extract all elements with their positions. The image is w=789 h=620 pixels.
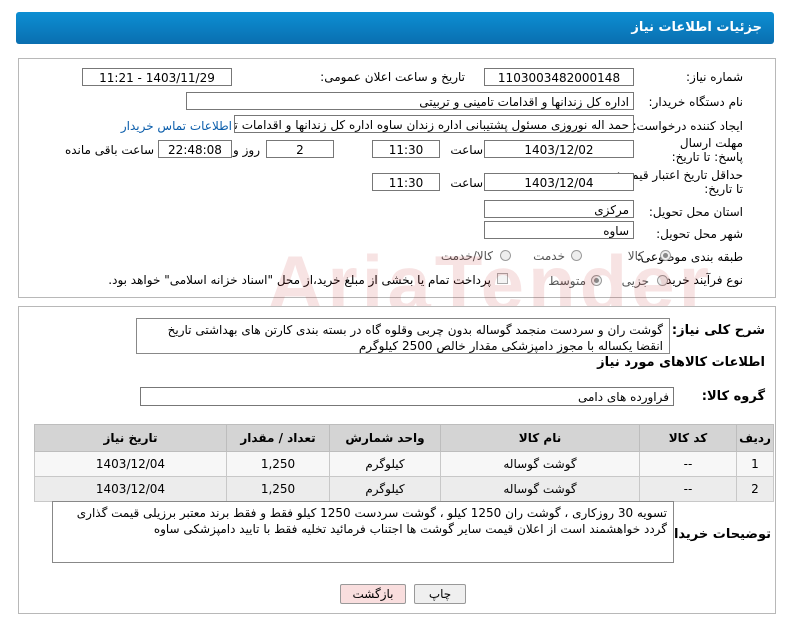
- buyer-org-label: نام دستگاه خریدار:: [648, 95, 744, 109]
- treasury-payment-checkbox[interactable]: [497, 273, 508, 284]
- table-row: 2 -- گوشت گوساله کیلوگرم 1,250 1403/12/0…: [34, 476, 774, 502]
- col-name: نام کالا: [440, 424, 640, 452]
- goods-table: ردیف کد کالا نام کالا واحد شمارش تعداد /…: [34, 424, 774, 502]
- deadline-date-field: 1403/12/02: [484, 140, 634, 158]
- province-label: استان محل تحویل:: [648, 205, 743, 219]
- goods-table-header: ردیف کد کالا نام کالا واحد شمارش تعداد /…: [34, 424, 774, 452]
- cell-unit: کیلوگرم: [329, 476, 441, 502]
- category-option-goods-service: کالا/خدمت: [440, 249, 493, 263]
- cell-name: گوشت گوساله: [440, 451, 640, 477]
- goods-section-title: اطلاعات کالاهای مورد نیاز: [597, 355, 765, 370]
- cell-date: 1403/12/04: [34, 476, 227, 502]
- province-field: مرکزی: [484, 200, 634, 218]
- deadline-label: مهلت ارسال پاسخ: تا تاریخ:: [671, 136, 743, 164]
- announce-label: تاریخ و ساعت اعلان عمومی:: [320, 70, 465, 84]
- cell-qty: 1,250: [226, 451, 330, 477]
- cell-date: 1403/12/04: [34, 451, 227, 477]
- days-label: روز و: [233, 143, 260, 157]
- cell-row: 2: [736, 476, 774, 502]
- cell-code: --: [639, 451, 737, 477]
- page-title: جزئیات اطلاعات نیاز: [631, 20, 762, 35]
- city-label: شهر محل تحویل:: [656, 227, 743, 241]
- col-unit: واحد شمارش: [329, 424, 441, 452]
- buyer-org-field: اداره کل زندانها و اقدامات تامینی و تربی…: [186, 92, 634, 110]
- category-radio-goods-service[interactable]: [500, 250, 511, 261]
- remaining-label: ساعت باقی مانده: [64, 143, 154, 157]
- table-row: 1 -- گوشت گوساله کیلوگرم 1,250 1403/12/0…: [34, 451, 774, 477]
- cell-code: --: [639, 476, 737, 502]
- col-row: ردیف: [736, 424, 774, 452]
- cell-qty: 1,250: [226, 476, 330, 502]
- price-valid-date-field: 1403/12/04: [484, 173, 634, 191]
- col-code: کد کالا: [639, 424, 737, 452]
- payment-note: پرداخت تمام یا بخشی از مبلغ خرید،از محل …: [108, 273, 491, 287]
- back-button[interactable]: بازگشت: [340, 584, 406, 604]
- buyer-notes-field: تسویه 30 روزکاری ، گوشت ران 1250 کیلو ، …: [52, 501, 674, 563]
- need-number-label: شماره نیاز:: [686, 70, 743, 84]
- process-option-minor: جزیی: [621, 274, 649, 288]
- cell-name: گوشت گوساله: [440, 476, 640, 502]
- col-qty: تعداد / مقدار: [226, 424, 330, 452]
- requester-label: ایجاد کننده درخواست:: [632, 119, 743, 133]
- price-valid-time-field: 11:30: [372, 173, 440, 191]
- goods-group-label: گروه کالا:: [701, 389, 765, 404]
- process-label: نوع فرآیند خرید :: [658, 273, 743, 287]
- need-number-field: 1103003482000148: [484, 68, 634, 86]
- deadline-time-label: ساعت: [450, 143, 483, 157]
- print-button[interactable]: چاپ: [414, 584, 466, 604]
- col-date: تاریخ نیاز: [34, 424, 227, 452]
- buyer-notes-label: توضیحات خریدار:: [661, 527, 771, 542]
- requester-field: حمد اله نوروزی مسئول پشتیبانی اداره زندا…: [234, 115, 634, 133]
- process-radio-minor[interactable]: [657, 275, 668, 286]
- page-title-bar: جزئیات اطلاعات نیاز: [16, 12, 774, 44]
- contact-info-link[interactable]: اطلاعات تماس خریدار: [121, 119, 232, 133]
- category-option-goods: کالا: [627, 249, 644, 263]
- goods-group-field: فراورده های دامی: [140, 387, 674, 406]
- price-valid-time-label: ساعت: [450, 176, 483, 190]
- process-radio-medium[interactable]: [591, 275, 602, 286]
- category-option-service: خدمت: [533, 249, 565, 263]
- city-field: ساوه: [484, 221, 634, 239]
- category-radio-service[interactable]: [571, 250, 582, 261]
- category-radio-goods[interactable]: [660, 250, 671, 261]
- process-option-medium: متوسط: [548, 274, 586, 288]
- deadline-time-field: 11:30: [372, 140, 440, 158]
- cell-row: 1: [736, 451, 774, 477]
- remaining-time-field: 22:48:08: [158, 140, 232, 158]
- description-field: گوشت ران و سردست منجمد گوساله بدون چربی …: [136, 318, 670, 354]
- days-field: 2: [266, 140, 334, 158]
- category-label: طبقه بندی موضوعی:: [636, 250, 743, 264]
- description-label: شرح کلی نیاز:: [671, 323, 765, 338]
- cell-unit: کیلوگرم: [329, 451, 441, 477]
- announce-field: 1403/11/29 - 11:21: [82, 68, 232, 86]
